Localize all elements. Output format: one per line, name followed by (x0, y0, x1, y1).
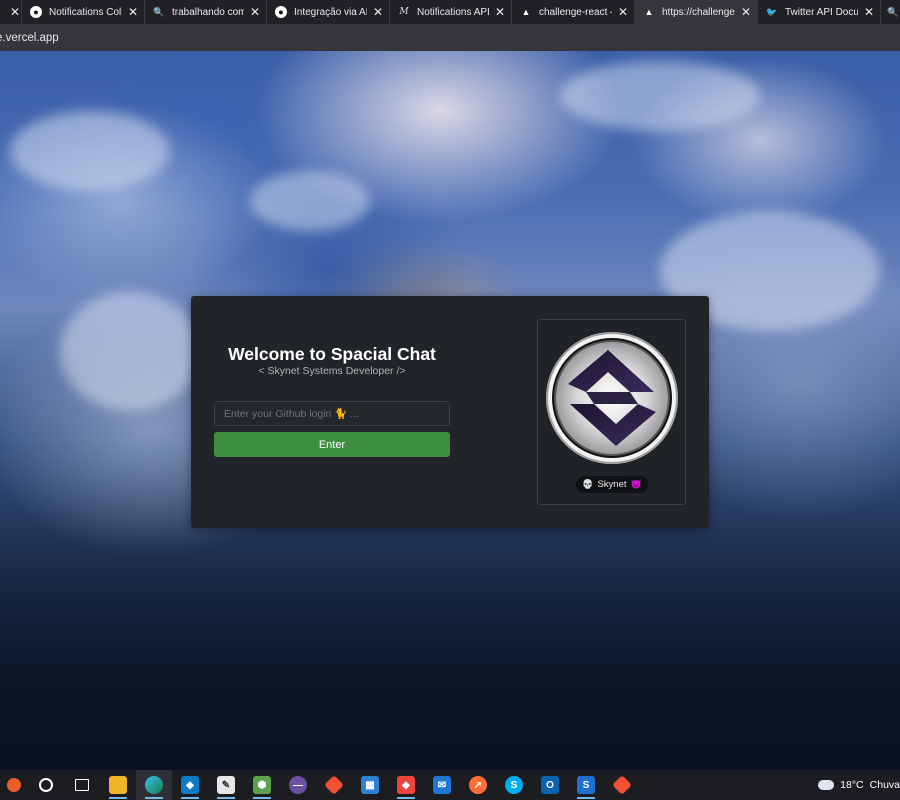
tab-trabalhando[interactable]: 🔍 trabalhando com A ✕ (145, 0, 267, 24)
system-tray[interactable]: 18°C Chuva (818, 779, 900, 791)
weather-cloud-icon (818, 780, 835, 790)
github-login-input[interactable] (214, 401, 450, 426)
cloud-decoration (10, 111, 170, 191)
file-explorer-icon[interactable] (100, 770, 136, 800)
vscode-icon[interactable]: ◆ (172, 770, 208, 800)
search-circle-icon[interactable] (28, 770, 64, 800)
tab-twitter-api[interactable]: 🐦 Twitter API Docum ✕ (758, 0, 881, 24)
tab-title: challenge-react – C (539, 6, 612, 18)
store-icon[interactable]: ▦ (352, 770, 388, 800)
profile-name: Skynet (597, 479, 627, 490)
tab-close-icon[interactable]: ✕ (618, 6, 628, 18)
outlook-icon[interactable]: O (532, 770, 568, 800)
notepad-icon[interactable]: ✎ (208, 770, 244, 800)
mail-icon[interactable]: ✉ (424, 770, 460, 800)
browser-tab-strip: ✕ ● Notifications Colle ✕ 🔍 trabalhando … (0, 0, 900, 24)
skynet-logo-icon (548, 334, 676, 462)
medium-icon: M (399, 7, 409, 17)
postman-icon[interactable]: ➚ (460, 770, 496, 800)
task-view-icon[interactable] (64, 770, 100, 800)
tab-notifications-collection[interactable]: ● Notifications Colle ✕ (22, 0, 145, 24)
search-icon: 🔍 (153, 6, 165, 17)
login-card: Welcome to Spacial Chat < Skynet Systems… (191, 296, 709, 528)
tab-title: https://challenge-r (662, 6, 735, 18)
skype-icon[interactable]: S (496, 770, 532, 800)
avatar (546, 332, 678, 464)
page-background: Welcome to Spacial Chat < Skynet Systems… (0, 51, 900, 770)
tab-title: Notifications Colle (49, 6, 122, 18)
app-badge-icon (7, 778, 21, 792)
search-icon: 🔍 (887, 6, 899, 17)
tab-close-icon[interactable]: ✕ (864, 6, 874, 18)
profile-name-badge: 💀 Skynet 😈 (576, 476, 648, 493)
tab-close-icon[interactable]: ✕ (10, 6, 20, 18)
cloud-decoration (60, 291, 200, 411)
welcome-subtitle: < Skynet Systems Developer /> (258, 365, 406, 377)
git-icon[interactable] (316, 770, 352, 800)
tab-integracao-api[interactable]: ● Integração via API ✕ (267, 0, 390, 24)
tab-title: Notifications API - (417, 6, 489, 18)
tab-close-icon[interactable]: ✕ (495, 6, 505, 18)
gitkraken-icon[interactable] (604, 770, 640, 800)
tab-partial-right[interactable]: 🔍 (881, 0, 900, 24)
tab-title: trabalhando com A (172, 6, 244, 18)
github-icon: ● (275, 6, 287, 18)
tab-challenge-react[interactable]: ▲ challenge-react – C ✕ (512, 0, 635, 24)
tab-close-icon[interactable]: ✕ (373, 6, 383, 18)
anydesk-icon[interactable]: ◆ (388, 770, 424, 800)
vercel-icon: ▲ (521, 7, 531, 17)
vercel-icon: ▲ (644, 7, 654, 17)
tab-title: Twitter API Docum (785, 6, 858, 18)
devil-icon: 😈 (630, 479, 642, 489)
tab-challenge-active[interactable]: ▲ https://challenge-r ✕ (635, 0, 758, 24)
app-purple-icon[interactable]: — (280, 770, 316, 800)
start-icon[interactable] (0, 770, 28, 800)
cloud-decoration (250, 171, 370, 231)
welcome-title: Welcome to Spacial Chat (228, 344, 436, 364)
weather-temperature: 18°C (840, 779, 864, 791)
address-bar[interactable]: e.vercel.app (0, 24, 900, 51)
tab-close-icon[interactable]: ✕ (250, 6, 260, 18)
tab-title: Integração via API (294, 6, 367, 18)
nodejs-icon[interactable]: ⬢ (244, 770, 280, 800)
edge-browser-icon[interactable] (136, 770, 172, 800)
enter-button[interactable]: Enter (214, 432, 450, 457)
cloud-decoration (560, 61, 760, 131)
tab-close-icon[interactable]: ✕ (741, 6, 751, 18)
tab-close-icon[interactable]: ✕ (128, 6, 138, 18)
url-text[interactable]: e.vercel.app (0, 32, 59, 44)
twitter-icon: 🐦 (766, 6, 778, 17)
weather-text: Chuva (869, 779, 900, 791)
sourcetree-icon[interactable]: S (568, 770, 604, 800)
github-icon: ● (30, 6, 42, 18)
profile-panel: 💀 Skynet 😈 (537, 319, 686, 505)
skull-icon: 💀 (582, 479, 594, 489)
windows-taskbar: ◆ ✎ ⬢ — ▦ ◆ ✉ ➚ S O S 18°C Chuva (0, 770, 900, 800)
tab-partial[interactable]: ✕ (0, 0, 22, 24)
tab-notifications-api[interactable]: M Notifications API - ✕ (390, 0, 512, 24)
